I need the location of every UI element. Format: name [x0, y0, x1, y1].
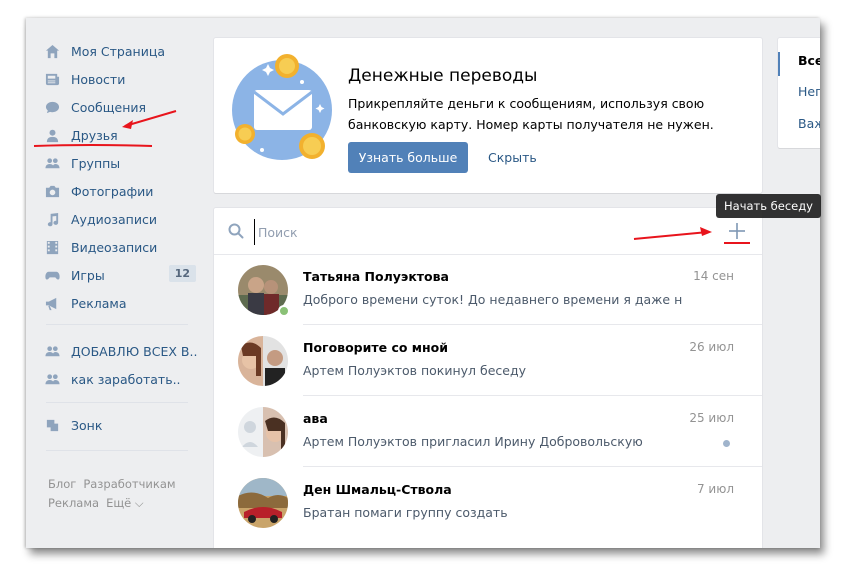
sidebar-item-label: Видеозаписи [71, 239, 158, 255]
dialog-preview: Доброго времени суток! До недавнего врем… [303, 292, 683, 307]
sidebar-item-label: Группы [71, 155, 121, 171]
sidebar-item-label: Друзья [71, 127, 118, 143]
filter-unread[interactable]: Неп [798, 84, 820, 99]
banner-title: Денежные переводы [348, 66, 538, 86]
avatar [238, 336, 288, 386]
footer-developers-link[interactable]: Разработчикам [83, 477, 175, 491]
sidebar-item-photos[interactable]: Фотографии [44, 178, 204, 204]
sidebar-item-games[interactable]: Игры 12 [44, 262, 204, 288]
dialog-name: Татьяна Полуэктова [303, 269, 449, 284]
dialogs-panel: Татьяна Полуэктова 14 сен Доброго времен… [214, 208, 762, 548]
news-icon [44, 71, 60, 87]
sidebar-group-link[interactable]: ДОБАВЛЮ ВСЕХ В.. [44, 338, 204, 364]
film-icon [44, 239, 60, 255]
footer-ads-link[interactable]: Реклама [48, 496, 99, 510]
music-note-icon [44, 211, 60, 227]
avatar [238, 407, 288, 457]
dialog-preview: Артем Полуэктов покинул беседу [303, 363, 527, 378]
sidebar-item-label: ДОБАВЛЮ ВСЕХ В.. [71, 343, 198, 359]
envelope-coins-illustration [232, 54, 332, 160]
dialog-row[interactable]: ава 25 июл Артем Полуэктов пригласил Ири… [214, 396, 762, 467]
active-filter-marker [778, 52, 780, 76]
sidebar-footer: Блог Разработчикам Реклама Ещё ⌵ [48, 475, 198, 513]
dialog-name: Ден Шмальц-Ствола [303, 482, 452, 497]
sidebar-app-link[interactable]: Зонк [44, 412, 204, 438]
sidebar-divider [46, 402, 188, 403]
community-icon [44, 343, 60, 359]
online-indicator [278, 305, 290, 317]
dialog-row[interactable]: Ден Шмальц-Ствола 7 июл Братан помаги гр… [214, 467, 762, 538]
dialog-name: Поговорите со мной [303, 340, 448, 355]
messages-icon [44, 99, 60, 115]
sidebar-divider [46, 450, 188, 451]
sidebar-item-label: Новости [71, 71, 126, 87]
friends-icon [44, 127, 60, 143]
dialog-row[interactable]: Поговорите со мной 26 июл Артем Полуэкто… [214, 325, 762, 396]
dialog-row[interactable]: Татьяна Полуэктова 14 сен Доброго времен… [214, 254, 762, 325]
sidebar-item-news[interactable]: Новости [44, 66, 204, 92]
avatar [238, 478, 288, 528]
vk-window: Моя Страница Новости Сообщения Друзья Гр… [26, 18, 820, 548]
sidebar-item-label: Фотографии [71, 183, 154, 199]
sidebar-item-ads[interactable]: Реклама [44, 290, 204, 316]
new-chat-tooltip: Начать беседу [716, 194, 821, 218]
community-icon [44, 371, 60, 387]
sidebar-item-video[interactable]: Видеозаписи [44, 234, 204, 260]
gamepad-icon [44, 267, 60, 283]
sidebar-item-friends[interactable]: Друзья [44, 122, 204, 148]
sidebar-item-label: Сообщения [71, 99, 147, 115]
hide-banner-link[interactable]: Скрыть [488, 150, 537, 165]
sidebar-divider [46, 324, 188, 325]
footer-blog-link[interactable]: Блог [48, 477, 76, 491]
sidebar-item-groups[interactable]: Группы [44, 150, 204, 176]
footer-more-link[interactable]: Ещё ⌵ [106, 496, 144, 510]
sidebar-group-link[interactable]: как заработать.. [44, 366, 204, 392]
money-transfer-banner: Денежные переводы Прикрепляйте деньги к … [214, 38, 762, 193]
dialog-date: 7 июл [696, 482, 734, 496]
new-chat-plus-icon[interactable] [726, 220, 748, 242]
left-sidebar: Моя Страница Новости Сообщения Друзья Гр… [26, 18, 206, 548]
unread-indicator [723, 440, 730, 447]
learn-more-button[interactable]: Узнать больше [348, 142, 468, 173]
search-icon [228, 223, 244, 239]
games-count-badge: 12 [168, 265, 196, 282]
sidebar-item-label: Реклама [71, 295, 127, 311]
sidebar-item-label: Зонк [71, 417, 103, 433]
filter-all[interactable]: Все [798, 53, 820, 68]
sidebar-item-label: Аудиозаписи [71, 211, 157, 227]
megaphone-icon [44, 295, 60, 311]
dialogs-search-input[interactable] [254, 219, 680, 245]
groups-icon [44, 155, 60, 171]
dialog-preview: Артем Полуэктов пригласил Ирину Добровол… [303, 434, 643, 449]
sidebar-item-messages[interactable]: Сообщения [44, 94, 204, 120]
dialog-preview: Братан помаги группу создать [303, 505, 508, 520]
banner-description: Прикрепляйте деньги к сообщениям, исполь… [348, 96, 714, 132]
filter-important[interactable]: Важ [798, 116, 820, 131]
sidebar-item-my-page[interactable]: Моя Страница [44, 38, 204, 64]
sidebar-item-audio[interactable]: Аудиозаписи [44, 206, 204, 232]
dialog-date: 25 июл [689, 411, 734, 425]
home-icon [44, 43, 60, 59]
sidebar-item-label: Моя Страница [71, 43, 165, 59]
camera-icon [44, 183, 60, 199]
dialog-name: ава [303, 411, 328, 426]
dialogs-filter-panel: Все Неп Важ [778, 38, 820, 148]
dialog-date: 26 июл [689, 340, 734, 354]
dialogs-search-bar [214, 208, 762, 255]
sidebar-item-label: Игры [71, 267, 105, 283]
sidebar-item-label: как заработать.. [71, 371, 181, 387]
app-icon [44, 417, 60, 433]
dialog-date: 14 сен [693, 269, 734, 283]
